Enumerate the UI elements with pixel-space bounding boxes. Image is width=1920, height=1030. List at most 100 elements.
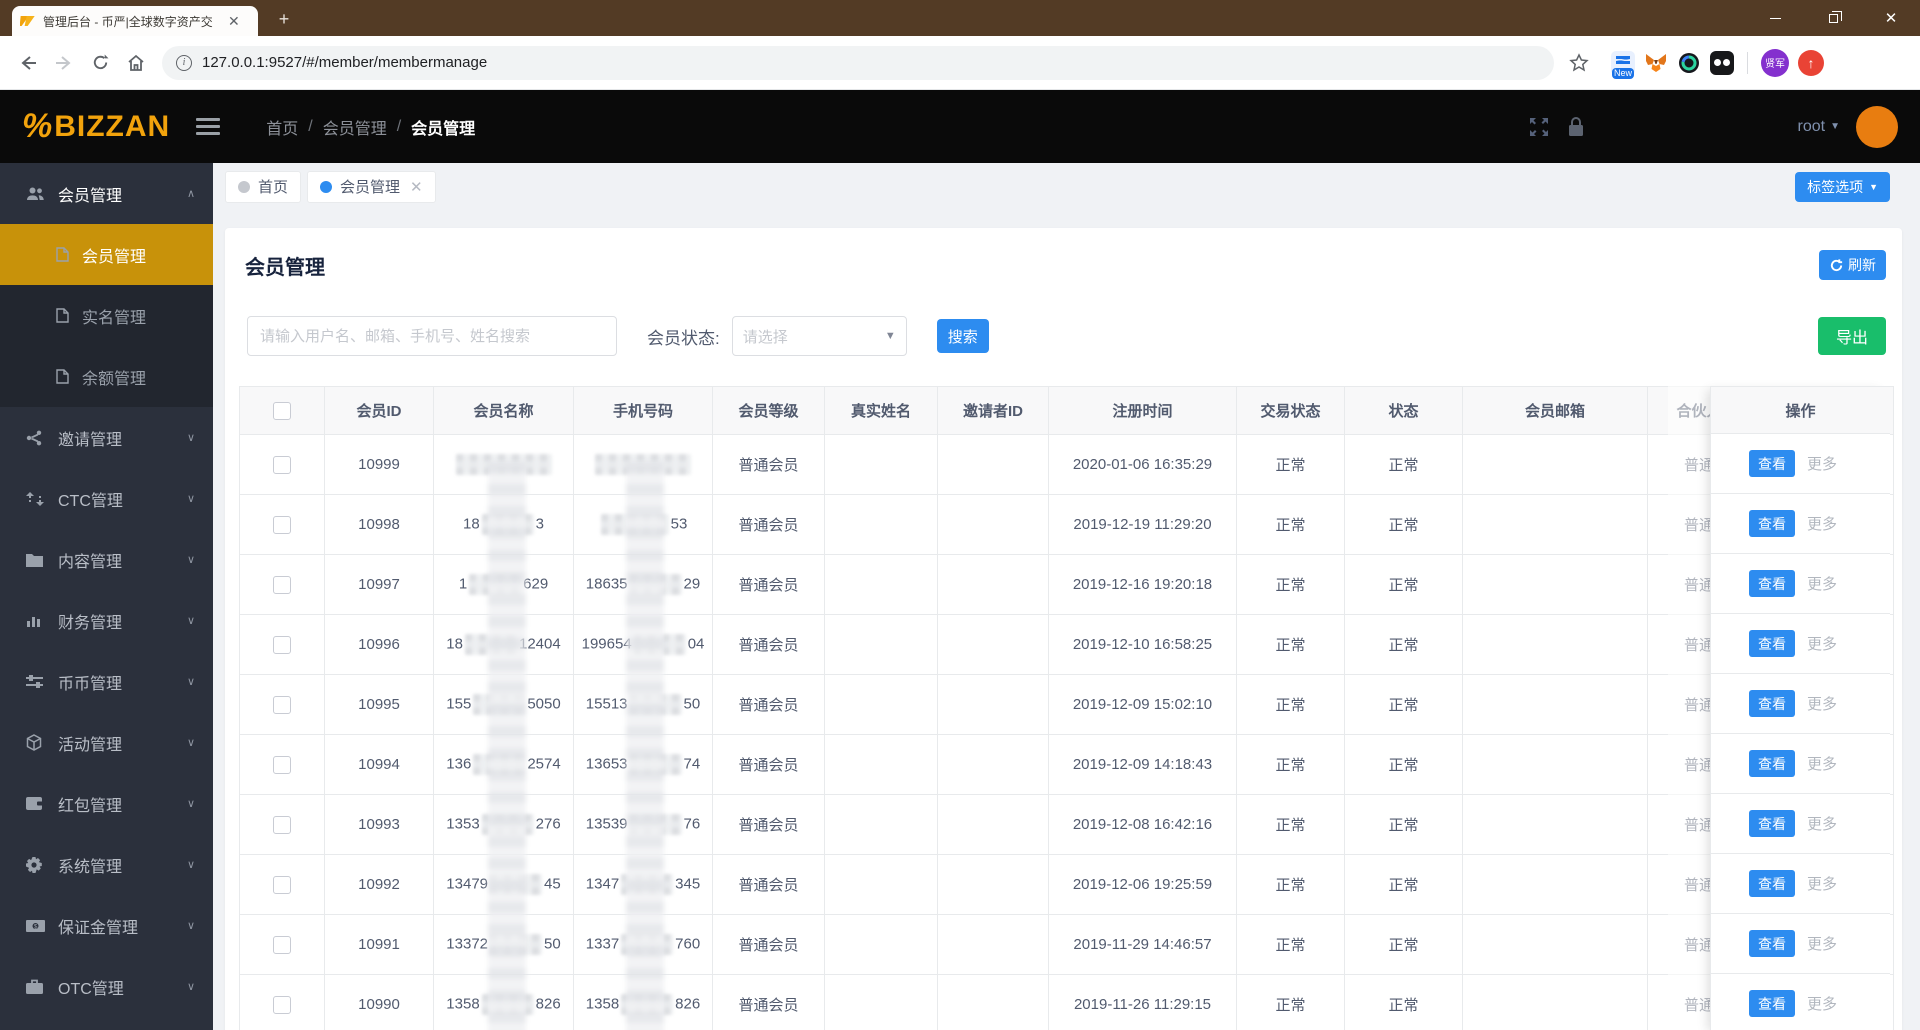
browser-tab[interactable]: 管理后台 - 币严|全球数字资产交 ✕ (12, 6, 258, 36)
window-minimize-button[interactable] (1746, 0, 1804, 36)
breadcrumb-item: 会员管理 (411, 120, 476, 138)
sidebar-item-财务管理[interactable]: 财务管理 ∨ (0, 590, 213, 651)
more-link[interactable]: 更多 (1807, 633, 1837, 654)
home-icon[interactable] (121, 48, 151, 78)
reload-icon[interactable] (85, 48, 115, 78)
breadcrumb-item[interactable]: 会员管理 (323, 115, 387, 139)
select-all-checkbox[interactable] (273, 401, 291, 420)
sidebar-subitem-实名管理[interactable]: 实名管理 (0, 285, 213, 346)
cell-member-id: 10998 (324, 494, 434, 555)
row-checkbox[interactable] (273, 455, 291, 474)
bizzan-logo[interactable]: % BIZZAN (22, 107, 170, 146)
view-button[interactable]: 查看 (1749, 810, 1795, 837)
page-tab-首页[interactable]: 首页 (225, 170, 302, 203)
row-checkbox[interactable] (273, 815, 291, 834)
refresh-icon (1830, 258, 1843, 271)
view-button[interactable]: 查看 (1749, 450, 1795, 477)
sidebar-item-币币管理[interactable]: 币币管理 ∨ (0, 651, 213, 712)
chart-icon (26, 613, 46, 628)
search-button[interactable]: 搜索 (936, 319, 989, 353)
cell-reg-time: 2019-11-26 11:29:15 (1048, 974, 1237, 1030)
tab-close-icon[interactable]: ✕ (410, 178, 423, 196)
row-checkbox[interactable] (273, 875, 291, 894)
cell-email (1462, 974, 1648, 1030)
more-link[interactable]: 更多 (1807, 573, 1837, 594)
page-title: 会员管理 (245, 256, 325, 279)
row-checkbox[interactable] (273, 515, 291, 534)
visible-digits: 53 (670, 515, 688, 533)
row-checkbox[interactable] (273, 935, 291, 954)
sidebar-subitem-余额管理[interactable]: 余额管理 (0, 346, 213, 407)
row-checkbox[interactable] (273, 755, 291, 774)
address-bar[interactable]: i 127.0.0.1:9527/#/member/membermanage (162, 45, 1554, 80)
window-restore-button[interactable] (1804, 0, 1862, 36)
sidebar-item-邀请管理[interactable]: 邀请管理 ∨ (0, 407, 213, 468)
view-button[interactable]: 查看 (1749, 510, 1795, 537)
view-button[interactable]: 查看 (1749, 990, 1795, 1017)
forward-icon[interactable] (49, 48, 79, 78)
sidebar-item-CTC管理[interactable]: CTC管理 ∨ (0, 468, 213, 529)
action-row: 查看 更多 (1711, 854, 1890, 914)
sidebar-item-红包管理[interactable]: 红包管理 ∨ (0, 773, 213, 834)
more-link[interactable]: 更多 (1807, 813, 1837, 834)
view-button[interactable]: 查看 (1749, 570, 1795, 597)
view-button[interactable]: 查看 (1749, 690, 1795, 717)
member-status-label: 会员状态: (647, 328, 720, 348)
site-info-icon[interactable]: i (176, 54, 192, 71)
bookmark-star-icon[interactable] (1564, 48, 1594, 78)
row-checkbox[interactable] (273, 995, 291, 1014)
cell-inviter-id (937, 494, 1049, 555)
breadcrumb-item[interactable]: 首页 (266, 115, 298, 139)
sidebar-item-系统管理[interactable]: 系统管理 ∨ (0, 834, 213, 895)
extension-dots-icon[interactable] (1710, 50, 1734, 75)
tag-options-button[interactable]: 标签选项 ▼ (1795, 171, 1890, 202)
back-icon[interactable] (13, 48, 43, 78)
view-button[interactable]: 查看 (1749, 630, 1795, 657)
sidebar-item-会员管理[interactable]: 会员管理 ∧ (0, 163, 213, 224)
view-button[interactable]: 查看 (1749, 870, 1795, 897)
fullscreen-icon[interactable] (1528, 116, 1550, 138)
sidebar-item-活动管理[interactable]: 活动管理 ∨ (0, 712, 213, 773)
sidebar-item-label: OTC管理 (58, 980, 124, 998)
lock-icon[interactable] (1566, 116, 1586, 138)
updater-arrow-icon[interactable]: ↑ (1798, 49, 1824, 76)
more-link[interactable]: 更多 (1807, 993, 1837, 1014)
view-button[interactable]: 查看 (1749, 930, 1795, 957)
window-close-button[interactable]: ✕ (1862, 0, 1920, 36)
refresh-button[interactable]: 刷新 (1819, 250, 1886, 280)
sidebar-item-label: 邀请管理 (58, 431, 123, 449)
page-tab-会员管理[interactable]: 会员管理 ✕ (307, 170, 436, 203)
mosaic-blur (633, 634, 686, 655)
extension-sogou-icon[interactable]: New (1611, 50, 1635, 79)
more-link[interactable]: 更多 (1807, 453, 1837, 474)
user-menu[interactable]: root ▼ (1798, 118, 1840, 136)
more-link[interactable]: 更多 (1807, 693, 1837, 714)
tab-close-icon[interactable]: ✕ (228, 14, 240, 28)
hamburger-menu-icon[interactable] (196, 118, 221, 135)
export-button[interactable]: 导出 (1817, 317, 1886, 355)
more-link[interactable]: 更多 (1807, 933, 1837, 954)
more-link[interactable]: 更多 (1807, 873, 1837, 894)
status-select[interactable]: 请选择 ▼ (731, 316, 907, 356)
user-avatar[interactable] (1856, 105, 1898, 148)
sidebar-item-OTC管理[interactable]: OTC管理 ∨ (0, 956, 213, 1017)
sidebar-item-保证金管理[interactable]: $ 保证金管理 ∨ (0, 895, 213, 956)
sidebar-item-内容管理[interactable]: 内容管理 ∨ (0, 529, 213, 590)
sidebar-item-label: 币币管理 (58, 675, 123, 693)
new-tab-button[interactable]: + (272, 8, 296, 32)
more-link[interactable]: 更多 (1807, 513, 1837, 534)
row-checkbox[interactable] (273, 635, 291, 654)
more-link[interactable]: 更多 (1807, 753, 1837, 774)
sidebar-item-label: 保证金管理 (58, 919, 139, 937)
cell-real-name (824, 614, 938, 675)
extension-ring-icon[interactable] (1677, 51, 1701, 75)
row-checkbox[interactable] (273, 575, 291, 594)
search-input[interactable] (247, 316, 617, 356)
row-checkbox[interactable] (273, 695, 291, 714)
view-button[interactable]: 查看 (1749, 750, 1795, 777)
sidebar-subitem-会员管理[interactable]: 会员管理 (0, 224, 213, 285)
extension-metamask-icon[interactable] (1644, 51, 1668, 75)
url-text[interactable]: 127.0.0.1:9527/#/member/membermanage (202, 54, 487, 71)
browser-profile-avatar[interactable]: 贤军 (1761, 48, 1789, 77)
cell-level: 普通会员 (712, 554, 825, 615)
